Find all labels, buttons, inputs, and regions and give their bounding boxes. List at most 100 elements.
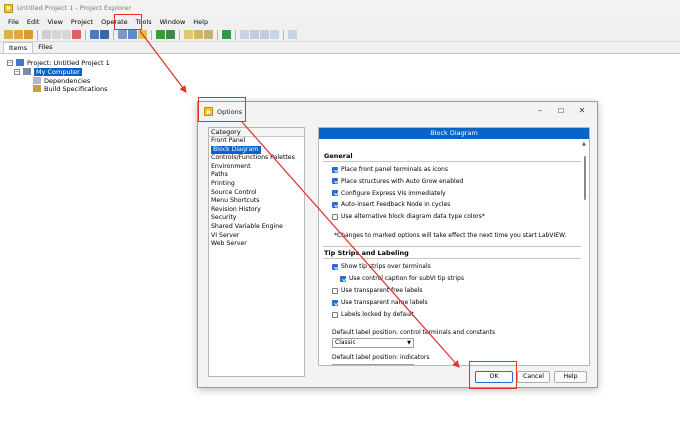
category-label: Web Server [211, 240, 247, 248]
option-use-transparent-name-labels[interactable]: Use transparent name labels [332, 299, 428, 306]
tab-files[interactable]: Files [33, 42, 57, 53]
tree-item-my-computer[interactable]: − My Computer [14, 67, 82, 76]
category-front-panel[interactable]: Front Panel [209, 137, 304, 146]
category-revision-history[interactable]: Revision History [209, 206, 304, 215]
category-source-control[interactable]: Source Control [209, 189, 304, 198]
checkbox[interactable] [332, 166, 338, 173]
option-show-tip-strips-over-terminals[interactable]: Show tip strips over terminals [332, 263, 431, 270]
options-dialog: Options – ☐ ✕ Category Front Panel Block … [197, 101, 598, 388]
option-configure-express-vis-immediately[interactable]: Configure Express VIs immediately [332, 190, 446, 197]
settings-panel: Block Diagram ▲ General Place front pane… [318, 127, 590, 366]
tree-item-build-specifications[interactable]: Build Specifications [33, 84, 108, 93]
checkbox[interactable] [340, 275, 346, 282]
collapse-icon[interactable]: − [14, 68, 20, 75]
label-position-controls-select[interactable]: Classic ▼ [332, 338, 414, 348]
add-icon[interactable] [156, 30, 165, 39]
folder-icon[interactable] [204, 30, 213, 39]
project-explorer-titlebar: Untitled Project 1 - Project Explorer [0, 0, 680, 16]
category-menu-shortcuts[interactable]: Menu Shortcuts [209, 197, 304, 206]
paste-icon[interactable] [62, 30, 71, 39]
chevron-down-icon: ▼ [407, 340, 411, 346]
project-icon [16, 59, 24, 66]
dependencies-icon [33, 77, 41, 84]
category-paths[interactable]: Paths [209, 171, 304, 180]
option-label: Use control caption for subVI tip strips [349, 275, 464, 283]
section-general-title: General [324, 152, 353, 160]
checkbox[interactable] [332, 201, 338, 208]
filter-icon[interactable] [270, 30, 279, 39]
minimize-icon[interactable]: – [535, 106, 545, 116]
label-position-indicators-select[interactable]: ▼ [332, 364, 414, 365]
properties-icon[interactable] [222, 30, 231, 39]
option-use-control-caption-for-subvi-tip-strips[interactable]: Use control caption for subVI tip strips [340, 275, 464, 282]
save-all-icon[interactable] [100, 30, 109, 39]
category-security[interactable]: Security [209, 214, 304, 223]
expand-icon[interactable] [184, 30, 193, 39]
tree-item-project[interactable]: − Project: Untitled Project 1 [7, 58, 110, 67]
menu-view[interactable]: View [43, 16, 66, 28]
category-label: Shared Variable Engine [211, 222, 283, 230]
open-project-icon[interactable] [24, 30, 33, 39]
help-search-icon[interactable] [288, 30, 297, 39]
tools-menu-highlight [114, 14, 142, 30]
search-icon[interactable] [250, 30, 259, 39]
open-folder-icon[interactable] [14, 30, 23, 39]
option-label: Use transparent free labels [341, 287, 423, 295]
window-title: Untitled Project 1 - Project Explorer [17, 4, 132, 12]
close-icon[interactable]: ✕ [577, 106, 587, 116]
category-printing[interactable]: Printing [209, 180, 304, 189]
cancel-button[interactable]: Cancel [517, 371, 550, 383]
tab-items[interactable]: Items [3, 42, 34, 53]
help-button[interactable]: Help [554, 371, 587, 383]
category-environment[interactable]: Environment [209, 163, 304, 172]
option-use-transparent-free-labels[interactable]: Use transparent free labels [332, 287, 423, 294]
menu-help[interactable]: Help [189, 16, 212, 28]
copy-icon[interactable] [52, 30, 61, 39]
build-icon[interactable] [118, 30, 127, 39]
category-web-server[interactable]: Web Server [209, 240, 304, 249]
checkbox[interactable] [332, 178, 338, 185]
restart-note: *Changes to marked options will take eff… [334, 232, 567, 239]
collapse-icon[interactable]: − [7, 59, 13, 66]
category-label: Controls/Functions Palettes [211, 154, 295, 162]
category-vi-server[interactable]: VI Server [209, 232, 304, 241]
checkbox[interactable] [332, 299, 338, 306]
collapse-icon[interactable] [194, 30, 203, 39]
checkbox[interactable] [332, 287, 338, 294]
checkbox[interactable] [332, 263, 338, 270]
option-labels-locked-by-default[interactable]: Labels locked by default [332, 311, 414, 318]
checkbox[interactable] [332, 213, 338, 220]
option-place-structures-with-auto-grow-enabled[interactable]: Place structures with Auto Grow enabled [332, 178, 463, 185]
menu-window[interactable]: Window [156, 16, 190, 28]
ok-button-highlight [469, 361, 517, 389]
option-use-alternative-block-diagram-data-type-colors[interactable]: Use alternative block diagram data type … [332, 213, 485, 220]
menu-project[interactable]: Project [67, 16, 97, 28]
maximize-icon[interactable]: ☐ [556, 106, 566, 116]
save-icon[interactable] [90, 30, 99, 39]
new-icon[interactable] [4, 30, 13, 39]
delete-icon[interactable] [72, 30, 81, 39]
menu-edit[interactable]: Edit [23, 16, 44, 28]
view-icon[interactable] [240, 30, 249, 39]
option-place-front-panel-terminals-as-icons[interactable]: Place front panel terminals as icons [332, 166, 448, 173]
category-block-diagram[interactable]: Block Diagram [209, 145, 304, 155]
category-shared-variable-engine[interactable]: Shared Variable Engine [209, 223, 304, 232]
category-label: VI Server [211, 231, 240, 239]
zoom-icon[interactable] [260, 30, 269, 39]
scrollbar[interactable] [583, 154, 587, 365]
category-label: Revision History [211, 205, 261, 213]
option-auto-insert-feedback-node-in-cycles[interactable]: Auto-insert Feedback Node in cycles [332, 201, 450, 208]
scrollbar-thumb[interactable] [584, 156, 586, 200]
checkbox[interactable] [332, 311, 338, 318]
deploy-icon[interactable] [128, 30, 137, 39]
cut-icon[interactable] [42, 30, 51, 39]
checkbox[interactable] [332, 190, 338, 197]
tree-build-label: Build Specifications [44, 84, 108, 93]
category-label: Security [211, 214, 237, 222]
remove-icon[interactable] [166, 30, 175, 39]
menu-file[interactable]: File [4, 16, 23, 28]
category-label: Printing [211, 179, 235, 187]
resolve-icon[interactable] [138, 30, 147, 39]
scroll-up-icon[interactable]: ▲ [582, 142, 587, 147]
category-controls-functions-palettes[interactable]: Controls/Functions Palettes [209, 154, 304, 163]
